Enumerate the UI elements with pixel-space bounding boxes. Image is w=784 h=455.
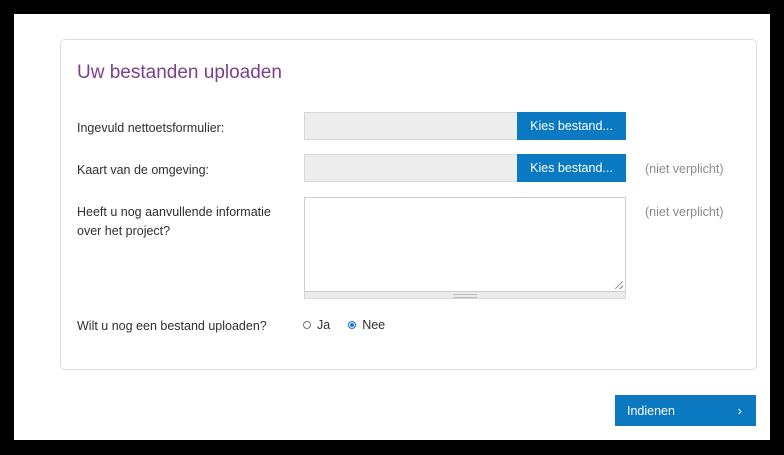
nettoets-choose-file-button[interactable]: Kies bestand... [517,112,626,140]
submit-button[interactable]: Indienen › [615,395,756,426]
map-file-input[interactable]: Kies bestand... [304,154,626,182]
radio-nee-label[interactable]: Nee [362,318,385,332]
extra-info-optional-note: (niet verplicht) [645,205,724,219]
extra-info-textarea-wrap [304,197,626,299]
form-title: Uw bestanden uploaden [77,62,282,83]
chevron-right-icon: › [737,403,742,418]
more-upload-label: Wilt u nog een bestand uploaden? [77,319,267,333]
scrollbar-handle[interactable] [453,294,477,298]
radio-ja[interactable] [303,321,311,329]
extra-info-textarea[interactable] [304,197,626,292]
map-label: Kaart van de omgeving: [77,163,210,177]
radio-ja-label[interactable]: Ja [317,318,330,332]
nettoets-file-input[interactable]: Kies bestand... [304,112,626,140]
page-frame: Uw bestanden uploaden Ingevuld nettoetsf… [14,14,770,440]
radio-nee[interactable] [348,321,357,329]
nettoets-form-label: Ingevuld nettoetsformulier: [77,121,225,135]
upload-form-card: Uw bestanden uploaden Ingevuld nettoetsf… [60,39,757,370]
map-choose-file-button[interactable]: Kies bestand... [517,154,626,182]
submit-label: Indienen [627,404,675,418]
textarea-scrollbar[interactable] [304,292,626,299]
more-upload-radio-group: Ja Nee [303,318,385,332]
extra-info-label-line1: Heeft u nog aanvullende informatie [77,205,271,219]
map-optional-note: (niet verplicht) [645,162,724,176]
resize-grip-icon[interactable] [615,281,623,289]
extra-info-label-line2: over het project? [77,224,171,238]
